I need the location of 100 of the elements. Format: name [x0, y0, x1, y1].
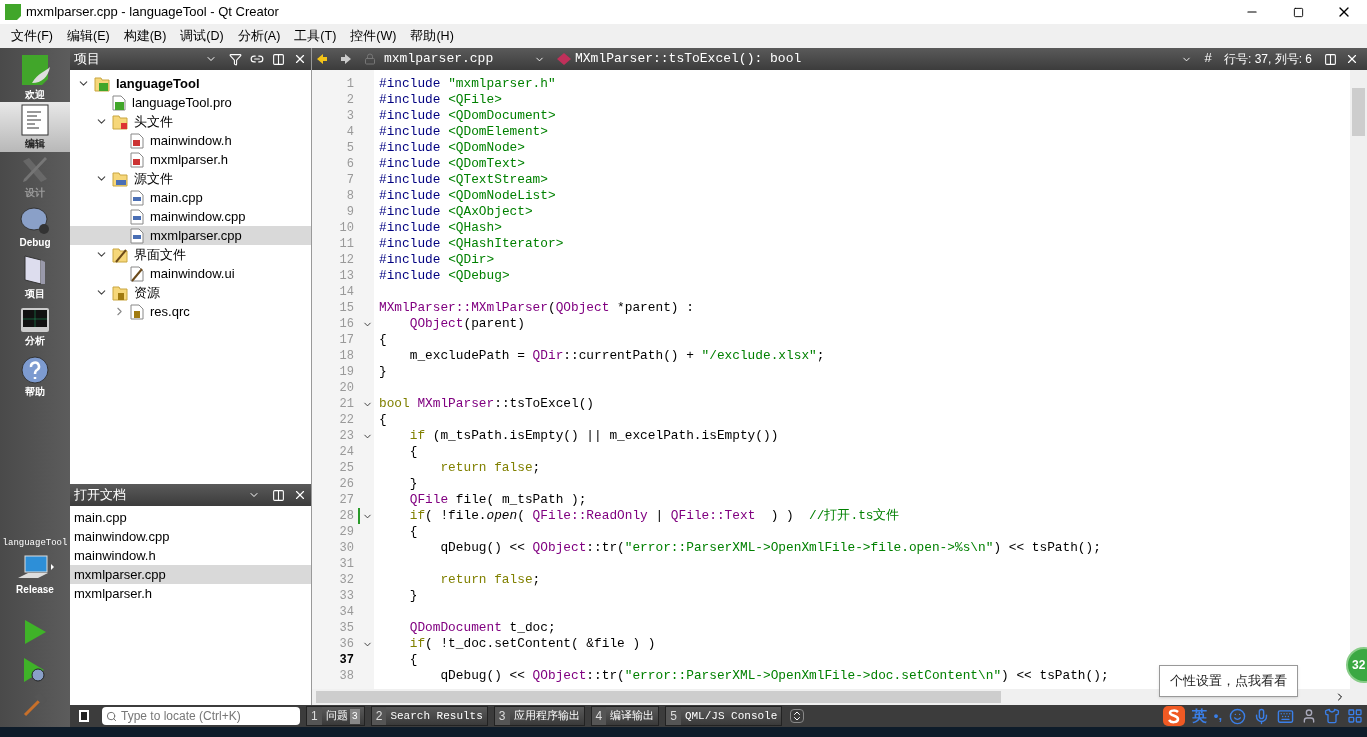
microphone-icon[interactable] — [1253, 707, 1270, 725]
tree-item-label: 头文件 — [134, 112, 173, 131]
tree-item[interactable]: mainwindow.ui — [70, 264, 311, 283]
panel-title: 项目 — [74, 50, 100, 69]
tree-item-label: mainwindow.h — [150, 131, 232, 150]
open-document-item[interactable]: main.cpp — [70, 508, 311, 527]
bug-icon — [19, 204, 51, 235]
close-icon[interactable] — [293, 52, 307, 66]
tree-item-label: mxmlparser.cpp — [150, 226, 242, 245]
menu-item[interactable]: 文件(F) — [4, 26, 60, 46]
output-pane-tab[interactable]: 5 QML/JS Console — [665, 706, 783, 726]
line-number: 9 — [346, 204, 354, 221]
output-pane-tab[interactable]: 2 Search Results — [370, 706, 488, 726]
tree-item[interactable]: 源文件 — [70, 169, 311, 188]
menu-item[interactable]: 编辑(E) — [59, 26, 117, 46]
tree-item-label: mainwindow.ui — [150, 264, 235, 283]
tree-item[interactable]: mainwindow.h — [70, 131, 311, 150]
line-number: 17 — [339, 332, 354, 349]
menu-item[interactable]: 帮助(H) — [403, 26, 461, 46]
symbol-selector[interactable]: MXmlParser::tsToExcel(): bool — [575, 49, 1182, 69]
split-icon[interactable] — [1324, 52, 1337, 66]
grid-icon[interactable] — [1347, 708, 1363, 724]
vertical-scrollbar-thumb[interactable] — [1352, 88, 1365, 136]
code-line: qDebug() << QObject::tr("error::ParserXML->OpenXmlFile->file.open->%s\n") << tsPath(); — [439, 539, 1101, 558]
code-line: return false; — [439, 571, 541, 590]
code-line: QObject(parent) — [408, 315, 525, 334]
line-number: 28 — [339, 508, 354, 525]
ime-logo-icon[interactable] — [1162, 706, 1185, 726]
cpp-file-icon — [130, 208, 144, 225]
mode-button[interactable]: 帮助 — [0, 352, 70, 402]
close-icon[interactable] — [1345, 52, 1359, 66]
code-line: if( !t_doc.setContent( &file ) ) — [408, 635, 656, 654]
output-pane-tab[interactable]: 4 编译输出 — [590, 706, 660, 726]
tree-item[interactable]: mainwindow.cpp — [70, 207, 311, 226]
line-number: 33 — [339, 588, 354, 605]
keyboard-icon[interactable] — [1277, 707, 1294, 725]
tree-item[interactable]: 头文件 — [70, 112, 311, 131]
tree-item[interactable]: main.cpp — [70, 188, 311, 207]
mode-button[interactable]: 分析 — [0, 302, 70, 352]
locate-field[interactable]: Type to locate (Ctrl+K) — [102, 707, 300, 725]
menu-item[interactable]: 分析(A) — [230, 26, 288, 46]
tree-item[interactable]: mxmlparser.cpp — [70, 226, 311, 245]
tree-item[interactable]: 界面文件 — [70, 245, 311, 264]
emoji-icon[interactable] — [1229, 707, 1246, 725]
forward-arrow-icon[interactable] — [340, 53, 352, 65]
tree-item-label: res.qrc — [150, 302, 190, 321]
mode-button[interactable]: 欢迎 — [0, 52, 70, 102]
mode-button[interactable]: 编辑 — [0, 102, 70, 152]
line-number: 7 — [346, 172, 354, 189]
open-document-item[interactable]: mainwindow.cpp — [70, 527, 311, 546]
output-pane-tab[interactable]: 1 问题 3 — [306, 706, 365, 726]
updown-arrows-icon[interactable] — [790, 709, 805, 723]
window-title: mxmlparser.cpp - languageTool - Qt Creator — [26, 3, 279, 22]
line-number: 38 — [339, 668, 354, 685]
user-icon[interactable] — [1301, 708, 1317, 724]
mode-button[interactable]: Debug — [0, 202, 70, 252]
code-line: MXmlParser::MXmlParser(QObject *parent) : — [378, 299, 694, 318]
shirt-icon[interactable] — [1324, 708, 1340, 724]
code-line: #include <QHashIterator> — [378, 235, 564, 254]
code-line: #include <QDomDocument> — [378, 107, 556, 126]
line-number: 1 — [346, 76, 354, 93]
line-number: 23 — [339, 428, 354, 445]
tree-item-label: 资源 — [134, 283, 160, 302]
project-folder-icon — [94, 75, 110, 92]
back-arrow-icon[interactable] — [316, 53, 328, 65]
split-icon[interactable] — [272, 488, 285, 502]
menu-item[interactable]: 工具(T) — [287, 26, 344, 46]
hash-button[interactable]: # — [1204, 49, 1212, 69]
tree-item[interactable]: res.qrc — [70, 302, 311, 321]
code-line: qDebug() << QObject::tr("error::ParserXML->OpenXmlFile->doc.setContent\n") << tsPath(); — [439, 667, 1109, 686]
open-document-item[interactable]: mxmlparser.h — [70, 584, 311, 603]
menu-item[interactable]: 控件(W) — [343, 26, 404, 46]
open-document-item[interactable]: mainwindow.h — [70, 546, 311, 565]
line-number: 12 — [339, 252, 354, 269]
code-line: #include <QDomText> — [378, 155, 525, 174]
line-number: 22 — [339, 412, 354, 429]
line-number: 26 — [339, 476, 354, 493]
count-badge: 3 — [349, 708, 360, 724]
method-icon — [557, 53, 571, 65]
line-number: 18 — [339, 348, 354, 365]
filter-icon[interactable] — [229, 52, 242, 66]
code-line: #include <QDomNode> — [378, 139, 525, 158]
horizontal-scrollbar-thumb[interactable] — [316, 691, 1001, 703]
line-number: 35 — [339, 620, 354, 637]
close-icon[interactable] — [293, 488, 307, 502]
tree-item[interactable]: languageTool — [70, 74, 311, 93]
code-line: m_excludePath = QDir::currentPath() + "/exclude.xlsx"; — [408, 347, 825, 366]
file-selector[interactable]: mxmlparser.cpp — [384, 49, 534, 69]
split-icon[interactable] — [272, 52, 285, 66]
open-document-item[interactable]: mxmlparser.cpp — [70, 565, 311, 584]
line-number: 25 — [339, 460, 354, 477]
menu-item[interactable]: 构建(B) — [116, 26, 174, 46]
tree-item[interactable]: languageTool.pro — [70, 93, 311, 112]
mode-button[interactable]: 项目 — [0, 252, 70, 302]
tree-item[interactable]: mxmlparser.h — [70, 150, 311, 169]
tree-item[interactable]: 资源 — [70, 283, 311, 302]
menu-item[interactable]: 调试(D) — [173, 26, 231, 46]
output-pane-tab[interactable]: 3 应用程序输出 — [493, 706, 585, 726]
sync-link-icon[interactable] — [250, 52, 264, 66]
kit-selector[interactable]: Release — [15, 554, 55, 597]
